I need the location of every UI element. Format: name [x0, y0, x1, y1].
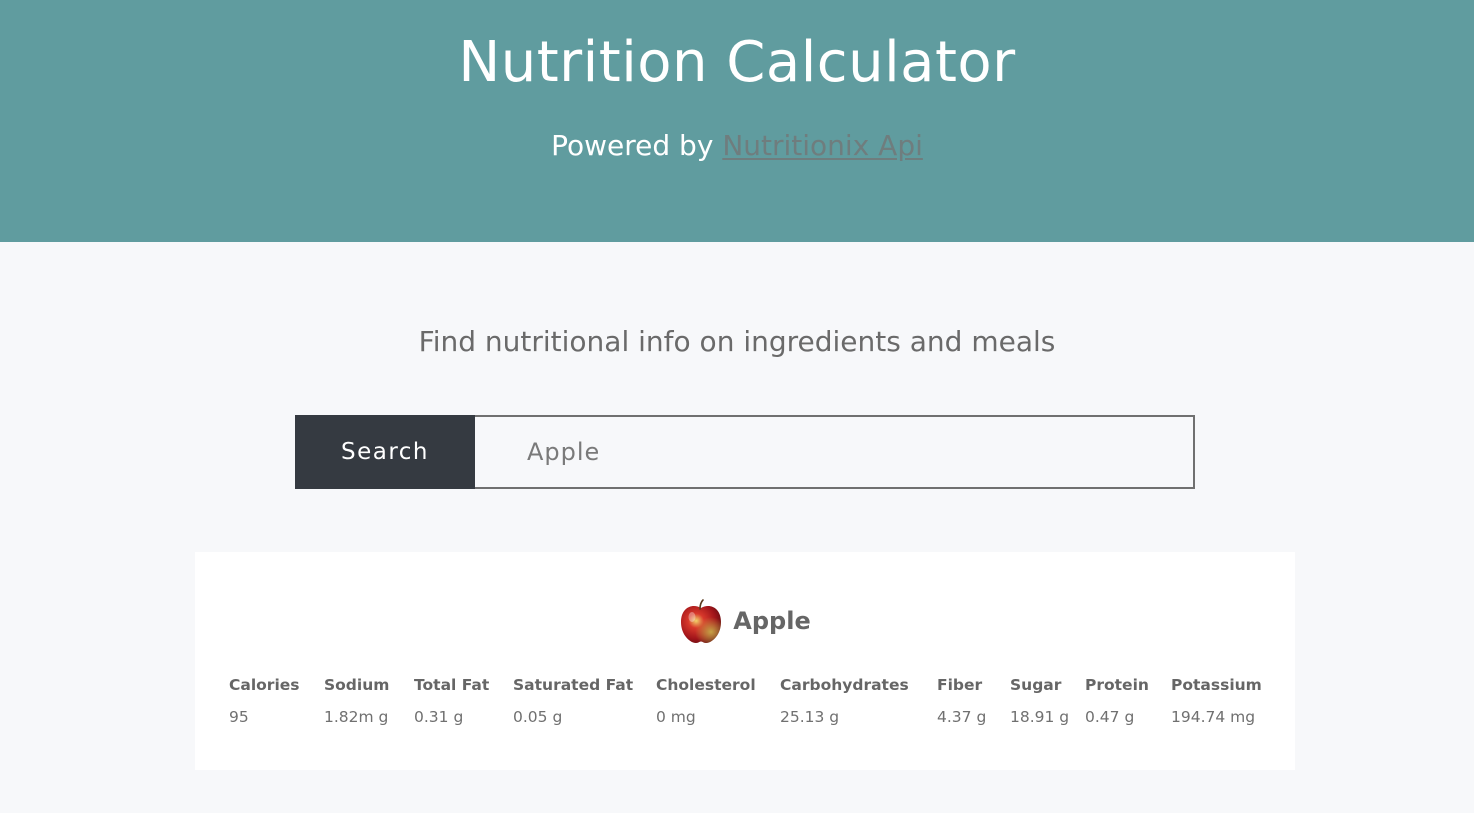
nutrient-protein: Protein 0.47 g: [1085, 674, 1171, 728]
nutrient-label: Carbohydrates: [780, 676, 909, 694]
nutrient-sugar: Sugar 18.91 g: [1010, 674, 1085, 728]
nutritionix-api-link[interactable]: Nutritionix Api: [722, 129, 923, 162]
nutrient-sodium: Sodium 1.82m g: [324, 674, 414, 728]
hero-header: Nutrition Calculator Powered by Nutritio…: [0, 0, 1474, 242]
nutrient-label: Sugar: [1010, 676, 1062, 694]
food-header: Apple: [195, 598, 1295, 644]
search-bar: Search: [295, 415, 1195, 489]
nutrient-value: 0.47 g: [1085, 708, 1135, 726]
nutrient-value: 0 mg: [656, 708, 696, 726]
nutrient-label: Total Fat: [414, 676, 490, 694]
nutrient-potassium: Potassium 194.74 mg: [1171, 674, 1271, 728]
nutrient-label: Cholesterol: [656, 676, 756, 694]
nutrient-label: Fiber: [937, 676, 983, 694]
nutrient-label: Saturated Fat: [513, 676, 634, 694]
nutrient-value: 0.31 g: [414, 708, 464, 726]
powered-by-line: Powered by Nutritionix Api: [0, 126, 1474, 166]
powered-by-prefix: Powered by: [551, 129, 714, 162]
nutrient-table: Calories 95 Sodium 1.82m g Total Fat 0.3…: [229, 674, 1271, 728]
nutrient-value: 25.13 g: [780, 708, 840, 726]
apple-photo-icon: [681, 599, 722, 643]
nutrient-fiber: Fiber 4.37 g: [937, 674, 1010, 728]
nutrient-value: 95: [229, 708, 249, 726]
search-button[interactable]: Search: [295, 415, 475, 489]
tagline: Find nutritional info on ingredients and…: [418, 325, 1056, 358]
nutrient-value: 194.74 mg: [1171, 708, 1256, 726]
nutrient-value: 18.91 g: [1010, 708, 1070, 726]
nutrient-value: 0.05 g: [513, 708, 563, 726]
nutrient-label: Potassium: [1171, 676, 1262, 694]
nutrient-total-fat: Total Fat 0.31 g: [414, 674, 513, 728]
search-input[interactable]: [475, 415, 1195, 489]
nutrient-label: Sodium: [324, 676, 390, 694]
nutrient-calories: Calories 95: [229, 674, 324, 728]
nutrient-value: 4.37 g: [937, 708, 987, 726]
nutrient-label: Calories: [229, 676, 300, 694]
nutrient-label: Protein: [1085, 676, 1149, 694]
nutrient-saturated-fat: Saturated Fat 0.05 g: [513, 674, 656, 728]
nutrient-carbohydrates: Carbohydrates 25.13 g: [780, 674, 937, 728]
nutrient-value: 1.82m g: [324, 708, 389, 726]
food-name: Apple: [733, 607, 811, 635]
page-title: Nutrition Calculator: [458, 30, 1016, 95]
result-card: Apple Calories 95 Sodium 1.82m g Total F…: [195, 552, 1295, 770]
nutrient-cholesterol: Cholesterol 0 mg: [656, 674, 780, 728]
